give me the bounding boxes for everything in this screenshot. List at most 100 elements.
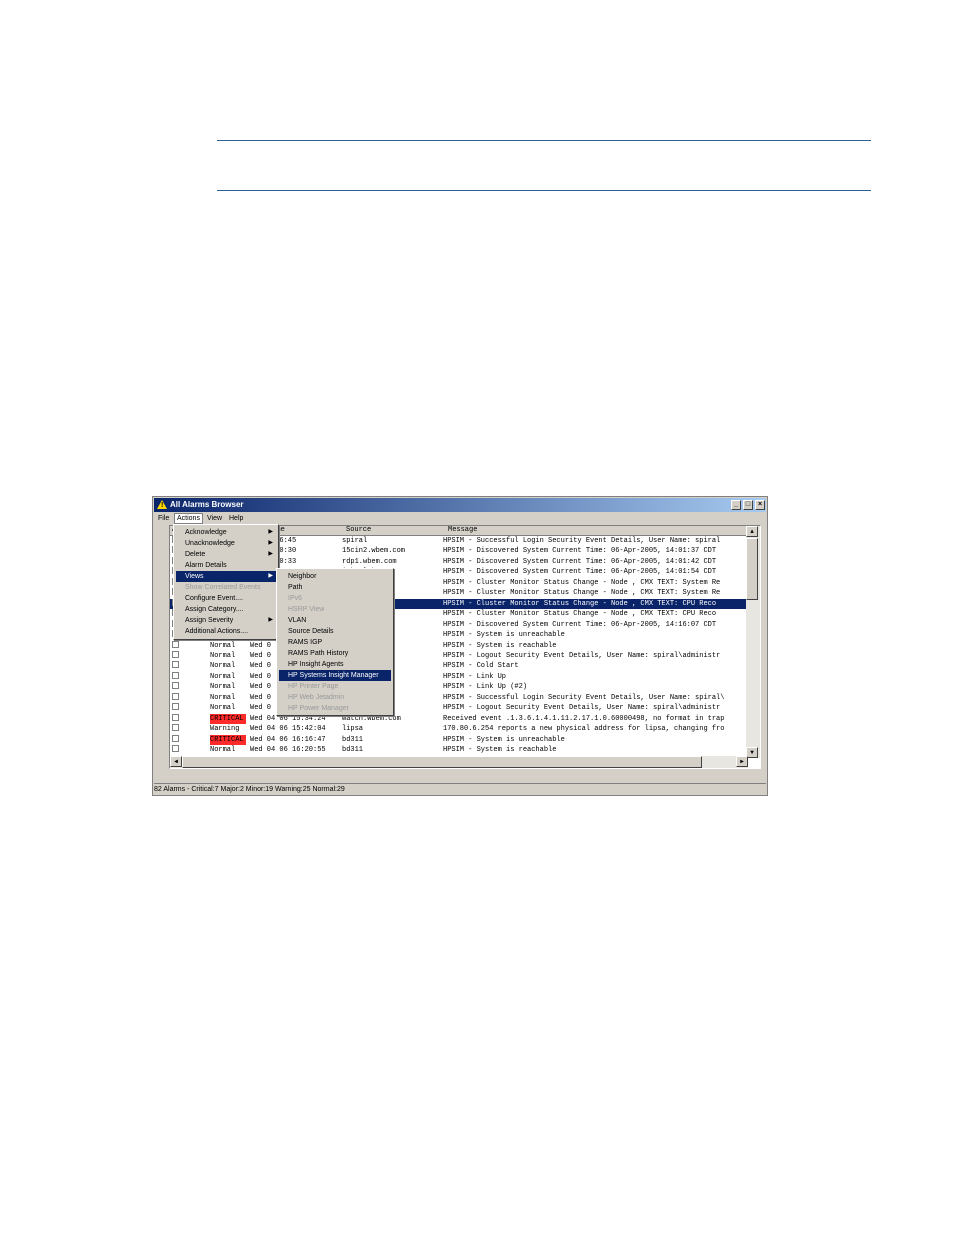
alarms-browser-window: ! All Alarms Browser _ □ × File Actions …: [152, 496, 768, 796]
menu-item-label: Configure Event....: [185, 595, 243, 602]
severity-cell: Normal: [210, 672, 236, 681]
table-row[interactable]: Normal Wed 0 HPSIM - System is reachable: [170, 640, 746, 652]
message-cell: HPSIM - Successful Login Security Event …: [443, 537, 721, 545]
views-submenu: Neighbor Path IPv6 HSRP View VLAN Source Deta…: [276, 568, 394, 716]
menu-file[interactable]: File: [156, 513, 171, 524]
row-checkbox[interactable]: [172, 671, 179, 679]
views-item-rams-path-history[interactable]: RAMS Path History: [279, 648, 391, 659]
message-cell: HPSIM - Cluster Monitor Status Change - …: [443, 578, 721, 587]
source-cell: bd311: [342, 735, 364, 744]
submenu-arrow-icon: ▶: [268, 540, 273, 546]
message-cell: HPSIM - Successful Login Security Event …: [443, 693, 725, 702]
maximize-button[interactable]: □: [743, 500, 753, 510]
severity-cell: Normal: [210, 662, 236, 671]
severity-cell: Normal: [210, 693, 236, 702]
row-checkbox[interactable]: [172, 682, 179, 690]
message-cell: HPSIM - Link Up (#2): [443, 683, 528, 692]
views-item-source-details[interactable]: Source Details: [279, 626, 391, 637]
menu-item-label: Additional Actions....: [185, 628, 249, 635]
menu-item-label: HP Power Manager: [288, 705, 349, 712]
menu-item-assign-severity[interactable]: Assign Severity ▶: [176, 615, 276, 626]
close-button[interactable]: ×: [755, 500, 765, 510]
menu-item-delete[interactable]: Delete ▶: [176, 549, 276, 560]
time-cell: Wed 04 06 15:42:04: [250, 725, 326, 734]
menu-item-acknowledge[interactable]: Acknowledge ▶: [176, 527, 276, 538]
menu-item-label: Unacknowledge: [185, 540, 235, 547]
row-checkbox[interactable]: [172, 734, 179, 742]
submenu-arrow-icon: ▶: [268, 573, 273, 579]
views-item-ipv6: IPv6: [279, 593, 391, 604]
time-cell: Wed 04 06 16:16:47: [250, 735, 326, 744]
menu-item-additional-actions[interactable]: Additional Actions....: [176, 626, 276, 637]
table-row[interactable]: Normal Wed 0 HPSIM - Logout Security Event…: [170, 703, 746, 714]
menu-item-label: Neighbor: [288, 573, 317, 580]
message-cell: HPSIM - System is reachable: [443, 641, 557, 650]
table-row[interactable]: Normal Wed 0 HPSIM - Link Up: [170, 671, 746, 683]
row-checkbox[interactable]: [172, 713, 179, 721]
message-cell: HPSIM - System is reachable: [443, 746, 557, 754]
menu-item-unacknowledge[interactable]: Unacknowledge ▶: [176, 538, 276, 549]
menu-view[interactable]: View: [205, 513, 224, 524]
source-cell: bd311: [342, 746, 364, 754]
scroll-left-icon[interactable]: ◀: [170, 756, 182, 767]
window-title: All Alarms Browser: [170, 500, 244, 509]
table-row[interactable]: Warning Wed 04 06 15:42:04 lipsa 170.80.6.2…: [170, 724, 746, 735]
source-cell: lipsa: [342, 725, 364, 734]
table-row[interactable]: Normal Wed 0 HPSIM - Cold Start: [170, 661, 746, 672]
table-row[interactable]: Normal Wed 0 HPSIM - Successful Login Secu…: [170, 692, 746, 704]
table-row[interactable]: CRITICAL Wed 04 06 16:16:47 bd311 HPSIM - S…: [170, 734, 746, 746]
table-row[interactable]: Normal Wed 04 06 16:20:55 bd311 HPSIM - Sys…: [170, 745, 746, 756]
minimize-button[interactable]: _: [731, 500, 741, 510]
menu-help[interactable]: Help: [227, 513, 245, 524]
views-item-path[interactable]: Path: [279, 582, 391, 593]
views-item-hp-insight-agents[interactable]: HP Insight Agents: [279, 659, 391, 670]
views-item-neighbor[interactable]: Neighbor: [279, 571, 391, 582]
column-header-message[interactable]: Message: [448, 526, 477, 535]
severity-cell: CRITICAL: [210, 713, 246, 725]
horizontal-scrollbar[interactable]: ◀ ▶: [170, 756, 748, 768]
severity-cell: Warning: [210, 725, 240, 734]
vertical-scrollbar[interactable]: ▲ ▼: [746, 526, 760, 758]
source-cell: 15cin2.wbem.com: [342, 547, 406, 556]
row-checkbox[interactable]: [172, 724, 179, 732]
table-row[interactable]: CRITICAL Wed 04 06 15:34:24 watch.wbem.com…: [170, 713, 746, 725]
title-bar[interactable]: ! All Alarms Browser _ □ ×: [154, 498, 766, 512]
severity-cell: Normal: [210, 651, 236, 660]
views-item-hsrp-view: HSRP View: [279, 604, 391, 615]
row-checkbox[interactable]: [172, 640, 179, 648]
table-row[interactable]: Normal Wed 0 HPSIM - Link Up (#2): [170, 682, 746, 693]
menu-item-views[interactable]: Views ▶: [176, 571, 276, 582]
message-cell: Received event .1.3.6.1.4.1.11.2.17.1.0.…: [443, 714, 725, 723]
menu-item-assign-category[interactable]: Assign Category....: [176, 604, 276, 615]
scroll-up-icon[interactable]: ▲: [746, 526, 758, 537]
menu-item-label: Acknowledge: [185, 529, 227, 536]
menu-item-configure-event[interactable]: Configure Event....: [176, 593, 276, 604]
menu-bar: File Actions View Help: [154, 513, 766, 524]
scroll-right-icon[interactable]: ▶: [736, 756, 748, 767]
row-checkbox[interactable]: [172, 703, 179, 711]
menu-item-label: HP Printer Page: [288, 683, 339, 690]
views-item-hp-systems-insight-manager[interactable]: HP Systems Insight Manager: [279, 670, 391, 681]
row-checkbox[interactable]: [172, 650, 179, 658]
views-item-hp-power-manager: HP Power Manager: [279, 703, 391, 714]
table-row[interactable]: Normal Wed 0 HPSIM - Logout Security Event…: [170, 650, 746, 662]
vertical-scroll-thumb[interactable]: [746, 538, 758, 600]
message-cell: HPSIM - Cluster Monitor Status Change - …: [443, 589, 721, 598]
status-bar: 82 Alarms - Critical:7 Major:2 Minor:19 …: [154, 783, 766, 795]
menu-actions[interactable]: Actions: [174, 513, 203, 524]
row-checkbox[interactable]: [172, 745, 179, 752]
severity-cell: Normal: [210, 641, 236, 650]
horizontal-scroll-thumb[interactable]: [182, 756, 702, 768]
message-cell: HPSIM - Logout Security Event Details, U…: [443, 651, 721, 660]
row-checkbox[interactable]: [172, 692, 179, 700]
warning-mark: !: [161, 502, 164, 509]
column-header-source[interactable]: Source: [346, 526, 371, 535]
message-cell: HPSIM - Cluster Monitor Status Change - …: [443, 610, 717, 619]
views-item-vlan[interactable]: VLAN: [279, 615, 391, 626]
message-cell: HPSIM - Discovered System Current Time: …: [443, 547, 717, 556]
menu-item-show-correlated-events: Show Correlated Events: [176, 582, 276, 593]
menu-item-alarm-details[interactable]: Alarm Details: [176, 560, 276, 571]
views-item-rams-igp[interactable]: RAMS IGP: [279, 637, 391, 648]
row-checkbox[interactable]: [172, 661, 179, 669]
menu-item-label: HP Systems Insight Manager: [288, 672, 379, 679]
